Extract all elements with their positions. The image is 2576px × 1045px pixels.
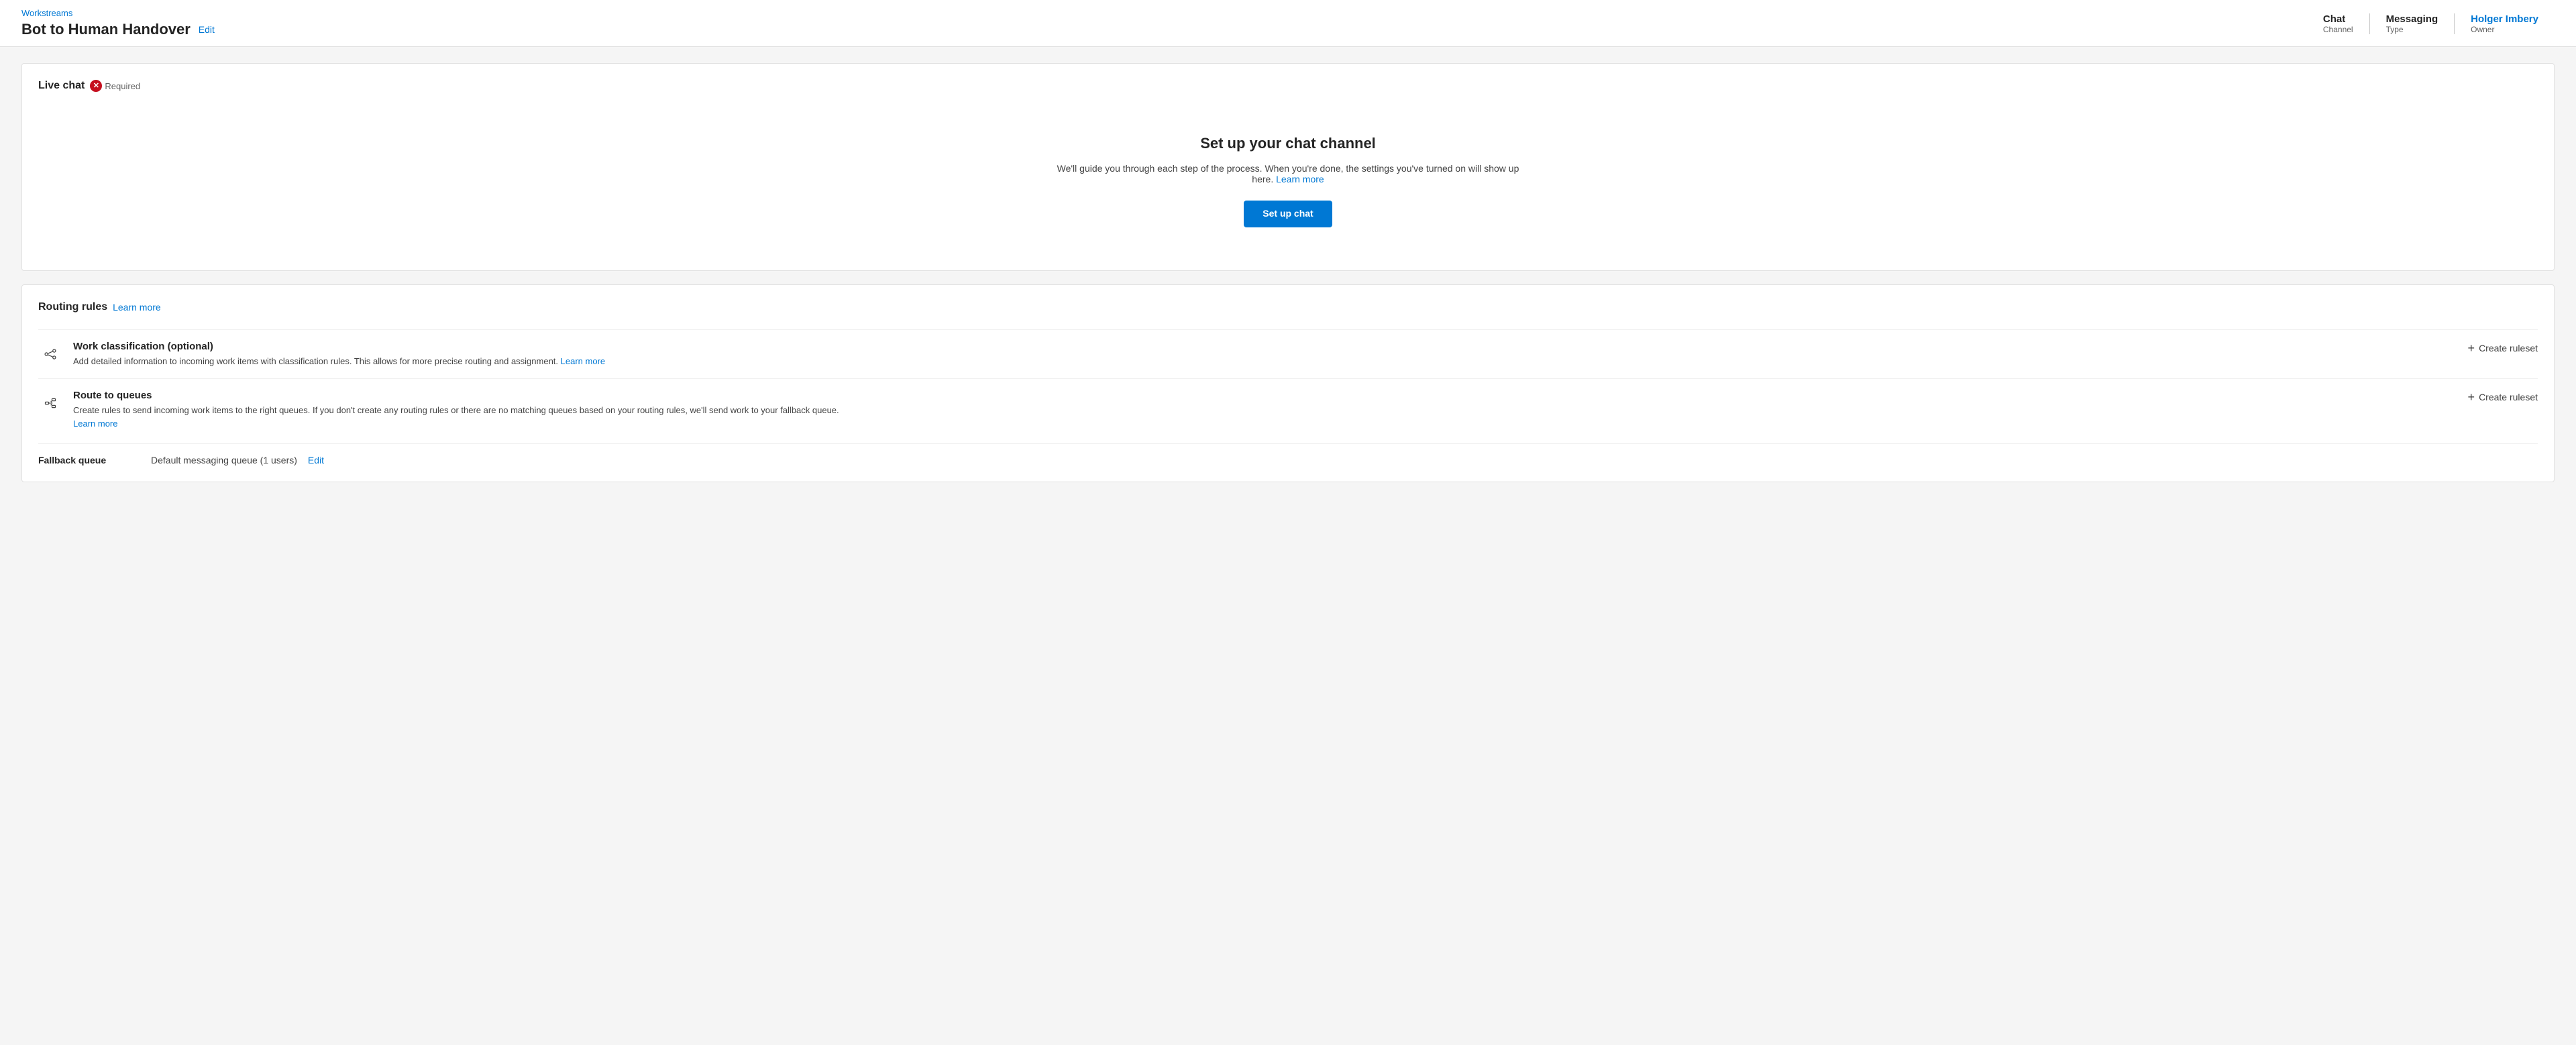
live-chat-card: Live chat ✕ Required Set up your chat ch… <box>21 63 2555 271</box>
routing-item-classification: Work classification (optional) Add detai… <box>38 329 2538 379</box>
setup-description: We'll guide you through each step of the… <box>1053 163 1523 184</box>
header-right: Chat Channel Messaging Type Holger Imber… <box>2307 8 2555 42</box>
fallback-label: Fallback queue <box>38 455 146 465</box>
header-meta-owner: Holger Imbery Owner <box>2455 13 2555 34</box>
header-meta-type: Messaging Type <box>2370 13 2455 34</box>
classification-learn-more[interactable]: Learn more <box>561 356 605 366</box>
queues-desc: Create rules to send incoming work items… <box>73 404 2457 430</box>
queues-title: Route to queues <box>73 390 2457 401</box>
breadcrumb[interactable]: Workstreams <box>21 8 215 18</box>
live-chat-label: Live chat <box>38 80 85 92</box>
fallback-value: Default messaging queue (1 users) <box>151 455 297 465</box>
owner-value[interactable]: Holger Imbery <box>2471 13 2538 25</box>
main-content: Live chat ✕ Required Set up your chat ch… <box>0 47 2576 498</box>
classification-title: Work classification (optional) <box>73 341 2457 352</box>
page-title-row: Bot to Human Handover Edit <box>21 21 215 38</box>
required-text: Required <box>105 81 140 91</box>
classification-desc: Add detailed information to incoming wor… <box>73 355 2457 368</box>
queues-learn-more[interactable]: Learn more <box>73 419 117 429</box>
channel-value: Chat <box>2323 13 2345 25</box>
routing-title: Routing rules <box>38 301 107 313</box>
setup-section: Set up your chat channel We'll guide you… <box>38 108 2538 254</box>
page-title: Bot to Human Handover <box>21 21 191 38</box>
routing-header: Routing rules Learn more <box>38 301 2538 313</box>
plus-icon-2: + <box>2468 391 2475 403</box>
routing-item-queues: Route to queues Create rules to send inc… <box>38 378 2538 441</box>
setup-learn-more-link[interactable]: Learn more <box>1276 174 1324 184</box>
owner-label: Owner <box>2471 25 2494 34</box>
edit-link[interactable]: Edit <box>199 24 215 35</box>
channel-label: Channel <box>2323 25 2353 34</box>
setup-chat-button[interactable]: Set up chat <box>1244 201 1332 227</box>
routing-learn-more-link[interactable]: Learn more <box>113 302 161 313</box>
setup-title: Set up your chat channel <box>52 135 2524 152</box>
required-badge: ✕ Required <box>90 80 140 92</box>
page-header: Workstreams Bot to Human Handover Edit C… <box>0 0 2576 47</box>
fallback-edit-link[interactable]: Edit <box>308 455 324 465</box>
route-queues-icon <box>38 391 62 415</box>
type-label: Type <box>2386 25 2404 34</box>
required-icon: ✕ <box>90 80 102 92</box>
fallback-queue-row: Fallback queue Default messaging queue (… <box>38 443 2538 465</box>
routing-rules-card: Routing rules Learn more Work classifica… <box>21 284 2555 483</box>
create-ruleset-button-2[interactable]: + Create ruleset <box>2468 390 2538 403</box>
live-chat-header: Live chat ✕ Required <box>38 80 2538 92</box>
type-value: Messaging <box>2386 13 2438 25</box>
routing-queues-content: Route to queues Create rules to send inc… <box>73 390 2457 430</box>
routing-classification-content: Work classification (optional) Add detai… <box>73 341 2457 368</box>
header-meta-channel: Chat Channel <box>2307 13 2370 34</box>
work-classification-icon <box>38 342 62 366</box>
plus-icon-1: + <box>2468 342 2475 354</box>
header-left: Workstreams Bot to Human Handover Edit <box>21 8 215 46</box>
create-ruleset-button-1[interactable]: + Create ruleset <box>2468 341 2538 354</box>
